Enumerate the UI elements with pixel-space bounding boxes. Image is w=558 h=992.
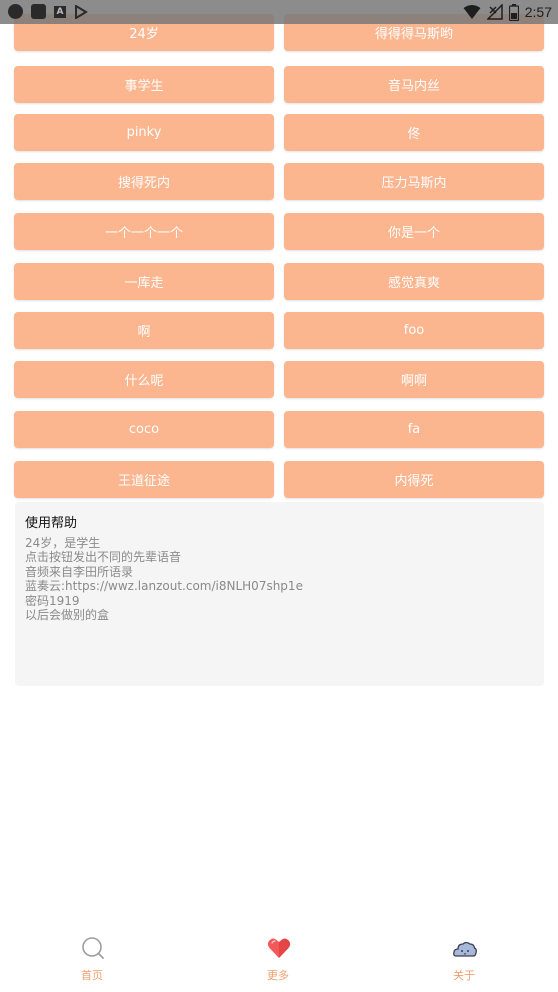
help-line-usage: 点击按钮发出不同的先辈语音 [25, 550, 182, 565]
battery-icon [508, 3, 519, 21]
sound-button-a[interactable]: 啊 [14, 312, 274, 349]
help-line-password: 密码1919 [25, 593, 80, 608]
search-icon [82, 937, 104, 959]
help-line-intro: 24岁，是学生 [25, 536, 101, 550]
sound-button-neidesi[interactable]: 内得死 [284, 461, 544, 498]
sound-button-soudesinei[interactable]: 搜得死内 [14, 163, 274, 200]
sound-button-yalimasinei[interactable]: 压力马斯内 [284, 163, 544, 200]
circle-app-icon [8, 4, 23, 19]
sound-button-yigeyigeyige[interactable]: 一个一个一个 [14, 213, 274, 250]
a-app-icon: A [54, 5, 66, 18]
bottom-nav: 首页 更多 关于 [0, 930, 558, 992]
no-signal-icon [486, 4, 503, 20]
nav-home-label: 首页 [81, 969, 103, 982]
sound-button-tong[interactable]: 佟 [284, 114, 544, 151]
sound-button-nishiyige[interactable]: 你是一个 [284, 213, 544, 250]
sound-button-shenmene[interactable]: 什么呢 [14, 361, 274, 398]
sound-button-aa[interactable]: 啊啊 [284, 361, 544, 398]
sound-button-yikuzou[interactable]: 一库走 [14, 263, 274, 300]
sound-button-coco[interactable]: coco [14, 411, 274, 448]
sound-button-ganjuezhenshuang[interactable]: 感觉真爽 [284, 263, 544, 300]
nav-home[interactable]: 首页 [32, 930, 152, 992]
wifi-icon [463, 5, 481, 19]
play-store-icon [75, 4, 88, 19]
sound-button-wangdaozhengtu[interactable]: 王道征途 [14, 461, 274, 498]
help-line-future: 以后会做别的盒 [25, 608, 110, 623]
status-bar: A 2:57 [0, 0, 558, 24]
nav-more-label: 更多 [267, 969, 289, 982]
sound-button-fa[interactable]: fa [284, 411, 544, 448]
nav-about-label: 关于 [453, 969, 475, 982]
sound-button-yinmaneisi[interactable]: 音马内丝 [284, 66, 544, 103]
clock: 2:57 [524, 4, 552, 20]
nav-about[interactable]: 关于 [404, 930, 524, 992]
sound-button-pinky[interactable]: pinky [14, 114, 274, 151]
square-app-icon [31, 4, 46, 19]
help-title: 使用帮助 [25, 516, 78, 531]
notification-icons: A [8, 4, 88, 19]
system-icons: 2:57 [463, 3, 552, 21]
heart-icon [267, 938, 291, 958]
app-screen: A 2:57 24岁 得得得马斯哟 事学生 音马内丝 pinky 佟 搜得死内 … [0, 0, 558, 992]
help-card: 使用帮助 24岁，是学生 点击按钮发出不同的先辈语音 音频来自李田所语录 蓝奏云… [15, 502, 544, 686]
help-line-download-link: 蓝奏云:https://wwz.lanzout.com/i8NLH07shp1e [25, 579, 303, 594]
sound-button-foo[interactable]: foo [284, 312, 544, 349]
cloud-icon [453, 941, 477, 957]
nav-more[interactable]: 更多 [218, 930, 338, 992]
sound-button-shixuesheng[interactable]: 事学生 [14, 66, 274, 103]
help-line-source: 音频来自李田所语录 [25, 564, 134, 579]
